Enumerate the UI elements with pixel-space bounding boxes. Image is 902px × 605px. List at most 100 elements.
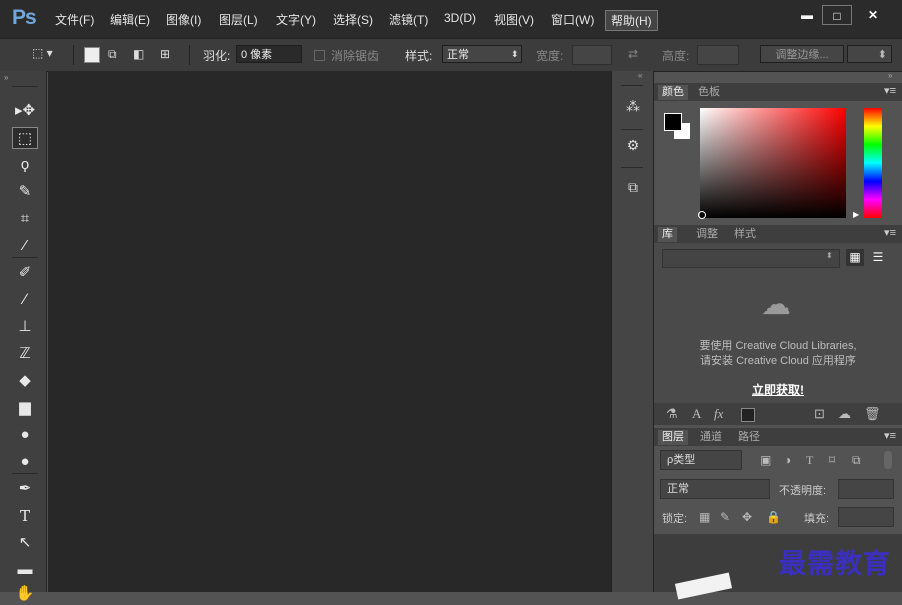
filter-adjustment-icon[interactable]: ◑ xyxy=(784,453,791,467)
style-select[interactable]: 正常 xyxy=(442,45,522,63)
paths-panel-icon[interactable]: ⧉ xyxy=(623,179,643,199)
add-selection-icon[interactable]: ⧉ xyxy=(108,47,117,62)
menu-3d[interactable]: 3D(D) xyxy=(444,11,476,25)
lock-image-icon[interactable]: ✎ xyxy=(720,510,730,524)
minimize-button[interactable]: ▬ xyxy=(793,5,821,25)
rect-marquee-tool-icon[interactable]: ⬚ xyxy=(12,127,38,149)
add-graphic-icon[interactable]: ⚗ xyxy=(666,406,678,422)
clone-stamp-tool-icon[interactable]: ⊥ xyxy=(12,316,38,338)
path-selection-tool-icon[interactable]: ↖ xyxy=(12,532,38,554)
new-selection-icon[interactable] xyxy=(84,47,100,63)
refine-edge-button[interactable]: 调整边缘... xyxy=(760,45,844,63)
tab-paths[interactable]: 路径 xyxy=(734,430,764,445)
foreground-color-swatch[interactable] xyxy=(664,113,682,131)
antialias-checkbox[interactable] xyxy=(314,50,325,61)
blend-mode-select[interactable]: 正常 xyxy=(660,479,770,499)
height-label: 高度: xyxy=(662,49,690,63)
pen-tool-icon[interactable]: ✒ xyxy=(12,478,38,500)
menu-layer[interactable]: 图层(L) xyxy=(219,11,258,28)
gradient-tool-icon[interactable]: ▆ xyxy=(12,397,38,419)
close-button[interactable]: ✕ xyxy=(856,5,890,25)
grid-view-icon[interactable]: ▦ xyxy=(846,249,864,266)
menu-filter[interactable]: 滤镜(T) xyxy=(389,11,428,28)
tab-color[interactable]: 颜色 xyxy=(658,85,688,100)
add-color-icon[interactable] xyxy=(741,408,755,422)
add-layer-style-icon[interactable]: fx xyxy=(714,406,723,422)
crop-tool-icon[interactable]: ⌗ xyxy=(12,208,38,230)
filter-toggle[interactable] xyxy=(884,451,892,469)
eraser-tool-icon[interactable]: ◆ xyxy=(12,370,38,392)
panel-menu-icon[interactable]: ▾≡ xyxy=(884,226,896,239)
color-picker-marker xyxy=(698,211,706,219)
filter-shape-icon[interactable]: ⌑ xyxy=(829,453,835,467)
move-tool-icon[interactable]: ▸✥ xyxy=(12,100,38,122)
feather-input[interactable]: 0 像素 xyxy=(236,45,302,63)
lock-position-icon[interactable]: ✥ xyxy=(742,510,752,524)
get-it-now-link[interactable]: 立即获取! xyxy=(654,381,902,398)
menu-edit[interactable]: 编辑(E) xyxy=(110,11,150,28)
filter-smart-object-icon[interactable]: ⧉ xyxy=(852,453,861,468)
stock-icon[interactable]: ⊡ xyxy=(814,406,825,422)
expand-icon[interactable]: » xyxy=(888,71,892,80)
opacity-input[interactable] xyxy=(838,479,894,499)
grip xyxy=(621,129,643,130)
dodge-tool-icon[interactable]: ● xyxy=(12,451,38,473)
color-spectrum[interactable] xyxy=(700,108,846,218)
sync-icon[interactable]: ☁ xyxy=(838,406,851,422)
collapse-icon[interactable]: « xyxy=(638,71,642,80)
panel-menu-icon[interactable]: ▾≡ xyxy=(884,429,896,442)
style-label: 样式: xyxy=(405,49,433,63)
maximize-button[interactable]: □ xyxy=(822,5,852,25)
marquee-preset-icon[interactable]: ⬚ ▾ xyxy=(32,46,53,60)
rectangle-tool-icon[interactable]: ▬ xyxy=(12,559,38,581)
menu-type[interactable]: 文字(Y) xyxy=(276,11,316,28)
tab-styles[interactable]: 样式 xyxy=(730,227,760,242)
opacity-label: 不透明度: xyxy=(779,485,827,497)
tab-libraries[interactable]: 库 xyxy=(658,227,677,242)
list-view-icon[interactable]: ☰ xyxy=(869,249,887,266)
subtract-selection-icon[interactable]: ◧ xyxy=(133,47,144,61)
intersect-selection-icon[interactable]: ⊞ xyxy=(160,47,170,61)
lasso-tool-icon[interactable]: ϙ xyxy=(12,154,38,176)
healing-brush-tool-icon[interactable]: ✐ xyxy=(12,262,38,284)
menu-window[interactable]: 窗口(W) xyxy=(551,11,594,28)
menu-view[interactable]: 视图(V) xyxy=(494,11,534,28)
tab-channels[interactable]: 通道 xyxy=(696,430,726,445)
blur-tool-icon[interactable]: ● xyxy=(12,424,38,446)
workspace-select[interactable]: ⬍ xyxy=(847,45,892,63)
hue-slider[interactable] xyxy=(864,108,882,218)
panel-menu-icon[interactable]: ▾≡ xyxy=(884,84,896,97)
tab-layers[interactable]: 图层 xyxy=(658,430,688,445)
height-input[interactable] xyxy=(697,45,739,65)
properties-panel-icon[interactable]: ⚙ xyxy=(623,137,643,157)
menu-file[interactable]: 文件(F) xyxy=(55,11,94,28)
brush-tool-icon[interactable]: ∕ xyxy=(12,289,38,311)
hand-tool-icon[interactable]: ✋ xyxy=(12,583,38,605)
menu-help[interactable]: 帮助(H) xyxy=(605,10,658,31)
fill-input[interactable] xyxy=(838,507,894,527)
eyedropper-tool-icon[interactable]: ⁄ xyxy=(12,235,38,257)
quick-selection-tool-icon[interactable]: ✎ xyxy=(12,181,38,203)
filter-type-icon[interactable]: T xyxy=(806,453,813,468)
libraries-panel: 库 调整 样式 ▾≡ ⬍ ▦ ☰ ☁ 要使用 Creative Cloud Li… xyxy=(654,225,902,425)
type-tool-icon[interactable]: T xyxy=(12,505,38,527)
history-panel-icon[interactable]: ⁂ xyxy=(623,98,643,118)
layer-filter-select[interactable]: ρ类型 xyxy=(660,450,742,470)
photoshop-logo: Ps xyxy=(12,6,37,29)
canvas-area[interactable] xyxy=(48,71,611,592)
history-brush-tool-icon[interactable]: ℤ xyxy=(12,343,38,365)
width-input[interactable] xyxy=(572,45,612,65)
tab-adjustments[interactable]: 调整 xyxy=(692,227,722,242)
swap-icon[interactable]: ⇄ xyxy=(628,47,638,61)
menu-select[interactable]: 选择(S) xyxy=(333,11,373,28)
lock-transparent-icon[interactable]: ▦ xyxy=(699,510,710,524)
library-select[interactable] xyxy=(662,249,840,268)
lock-all-icon[interactable]: 🔒 xyxy=(766,510,781,524)
expand-icon[interactable]: » xyxy=(4,73,8,82)
filter-pixel-icon[interactable]: ▣ xyxy=(760,453,771,467)
tools-panel: » ▸✥ ⬚ ϙ ✎ ⌗ ⁄ ✐ ∕ ⊥ ℤ ◆ ▆ ● ● ✒ T ↖ ▬ ✋ xyxy=(0,71,47,602)
trash-icon[interactable]: 🗑 xyxy=(864,406,881,422)
tab-swatches[interactable]: 色板 xyxy=(694,85,724,100)
menu-image[interactable]: 图像(I) xyxy=(166,11,201,28)
add-character-style-icon[interactable]: A xyxy=(692,406,701,422)
